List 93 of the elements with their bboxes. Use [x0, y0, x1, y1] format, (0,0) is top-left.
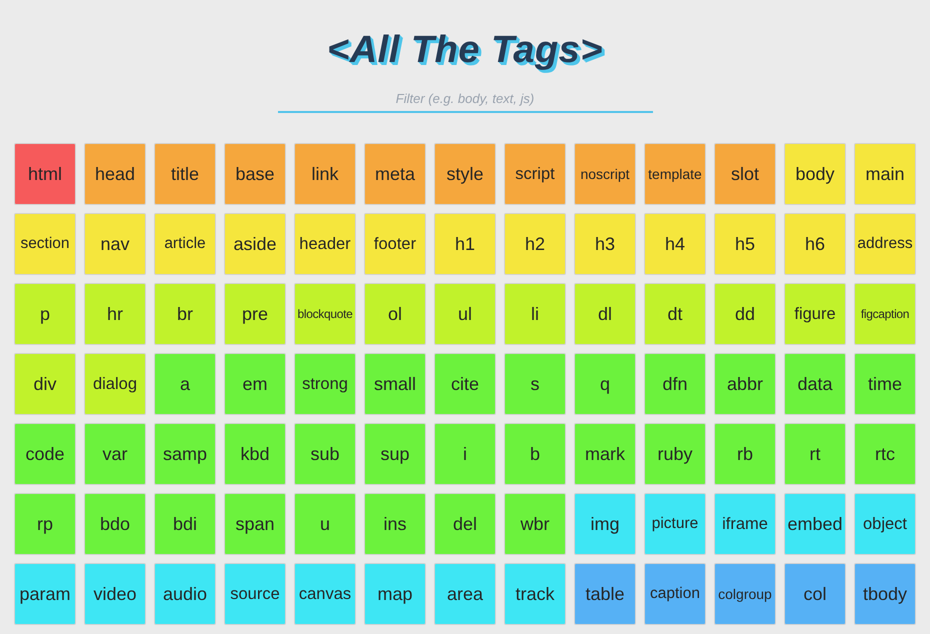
tag-tile[interactable]: img [574, 493, 636, 555]
tag-tile[interactable]: script [504, 143, 566, 205]
tag-tile[interactable]: article [154, 213, 216, 275]
tag-tile[interactable]: h1 [434, 213, 496, 275]
tag-tile[interactable]: i [434, 423, 496, 485]
tag-tile[interactable]: a [154, 353, 216, 415]
tag-tile[interactable]: abbr [714, 353, 776, 415]
tag-tile[interactable]: ins [364, 493, 426, 555]
tag-tile[interactable]: head [84, 143, 146, 205]
tag-tile[interactable]: dd [714, 283, 776, 345]
tag-tile[interactable]: canvas [294, 563, 356, 625]
tag-tile[interactable]: area [434, 563, 496, 625]
tag-tile[interactable]: strong [294, 353, 356, 415]
tag-tile[interactable]: h4 [644, 213, 706, 275]
tag-tile[interactable]: dl [574, 283, 636, 345]
tag-tile[interactable]: var [84, 423, 146, 485]
tag-tile[interactable]: span [224, 493, 286, 555]
tag-tile[interactable]: q [574, 353, 636, 415]
tag-tile[interactable]: sup [364, 423, 426, 485]
tag-tile[interactable]: map [364, 563, 426, 625]
tag-tile[interactable]: footer [364, 213, 426, 275]
tag-tile[interactable]: rtc [854, 423, 916, 485]
tag-tile[interactable]: cite [434, 353, 496, 415]
tag-tile[interactable]: section [14, 213, 76, 275]
tag-tile[interactable]: code [14, 423, 76, 485]
tag-tile[interactable]: h2 [504, 213, 566, 275]
tag-tile[interactable]: data [784, 353, 846, 415]
tag-tile[interactable]: li [504, 283, 566, 345]
tag-tile[interactable]: base [224, 143, 286, 205]
tag-tile[interactable]: style [434, 143, 496, 205]
tag-tile[interactable]: ul [434, 283, 496, 345]
tag-tile[interactable]: object [854, 493, 916, 555]
tag-tile[interactable]: body [784, 143, 846, 205]
tag-tile[interactable]: figcaption [854, 283, 916, 345]
tag-tile[interactable]: html [14, 143, 76, 205]
tag-tile[interactable]: bdi [154, 493, 216, 555]
tag-tile[interactable]: link [294, 143, 356, 205]
tag-tile[interactable]: time [854, 353, 916, 415]
tag-tile[interactable]: bdo [84, 493, 146, 555]
tag-tile[interactable]: dt [644, 283, 706, 345]
tag-tile[interactable]: caption [644, 563, 706, 625]
tag-tile[interactable]: template [644, 143, 706, 205]
tag-tile[interactable]: ol [364, 283, 426, 345]
tag-tile[interactable]: p [14, 283, 76, 345]
tag-tile[interactable]: header [294, 213, 356, 275]
tag-tile[interactable]: sub [294, 423, 356, 485]
tag-tile[interactable]: video [84, 563, 146, 625]
tag-tile[interactable]: audio [154, 563, 216, 625]
tag-tile[interactable]: col [784, 563, 846, 625]
tag-tile[interactable]: rb [714, 423, 776, 485]
tag-tile[interactable]: iframe [714, 493, 776, 555]
filter-field[interactable]: Filter (e.g. body, text, js) [278, 89, 652, 113]
tag-tile[interactable]: em [224, 353, 286, 415]
tag-tile[interactable]: h3 [574, 213, 636, 275]
tag-tile[interactable]: dialog [84, 353, 146, 415]
tag-tile[interactable]: wbr [504, 493, 566, 555]
tag-tile[interactable]: hr [84, 283, 146, 345]
tag-tile[interactable]: b [504, 423, 566, 485]
tag-tile[interactable]: del [434, 493, 496, 555]
tag-tile[interactable]: blockquote [294, 283, 356, 345]
tag-tile[interactable]: h5 [714, 213, 776, 275]
tag-tile[interactable]: address [854, 213, 916, 275]
tag-tile[interactable]: mark [574, 423, 636, 485]
tag-tile[interactable]: table [574, 563, 636, 625]
tag-tile[interactable]: track [504, 563, 566, 625]
tag-tile[interactable]: nav [84, 213, 146, 275]
tag-tile[interactable]: aside [224, 213, 286, 275]
tag-tile[interactable]: small [364, 353, 426, 415]
tag-tile[interactable]: noscript [574, 143, 636, 205]
tag-tile[interactable]: rt [784, 423, 846, 485]
tag-tile[interactable]: s [504, 353, 566, 415]
tag-tile[interactable]: main [854, 143, 916, 205]
tag-tile[interactable]: source [224, 563, 286, 625]
tag-tile[interactable]: samp [154, 423, 216, 485]
tag-tile[interactable]: figure [784, 283, 846, 345]
tag-tile[interactable]: rp [14, 493, 76, 555]
tag-tile[interactable]: slot [714, 143, 776, 205]
tag-tile[interactable]: embed [784, 493, 846, 555]
tag-tile[interactable]: div [14, 353, 76, 415]
tag-tile[interactable]: tbody [854, 563, 916, 625]
tag-tile[interactable]: picture [644, 493, 706, 555]
tag-tile[interactable]: pre [224, 283, 286, 345]
tag-tile[interactable]: colgroup [714, 563, 776, 625]
tag-tile[interactable]: dfn [644, 353, 706, 415]
tag-tile[interactable]: title [154, 143, 216, 205]
tag-tile[interactable]: kbd [224, 423, 286, 485]
tag-tile[interactable]: param [14, 563, 76, 625]
tag-tile[interactable]: br [154, 283, 216, 345]
tag-tile[interactable]: h6 [784, 213, 846, 275]
page-title: <All The Tags> [327, 28, 603, 73]
tag-tile[interactable]: meta [364, 143, 426, 205]
tag-tile[interactable]: ruby [644, 423, 706, 485]
tag-tile[interactable]: u [294, 493, 356, 555]
